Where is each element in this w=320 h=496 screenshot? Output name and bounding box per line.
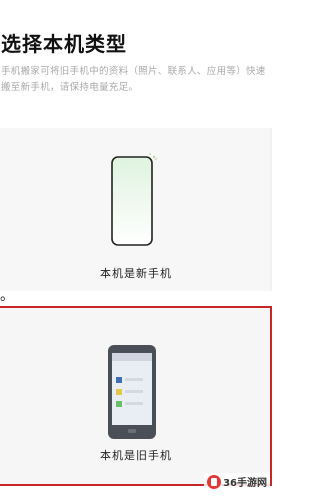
page-title: 选择本机类型 <box>1 32 127 56</box>
option-old-phone-label: 本机是旧手机 <box>100 449 172 462</box>
old-phone-dark-icon <box>108 345 156 439</box>
option-new-phone-label: 本机是新手机 <box>100 267 172 280</box>
watermark-text: 36手游网 <box>223 478 267 489</box>
new-phone-outline-icon <box>111 153 158 246</box>
edge-punctuation: 。 <box>0 288 14 304</box>
watermark-logo-icon <box>207 474 222 489</box>
page-description: 手机搬家可将旧手机中的资料（照片、联系人、应用等）快速搬至新手机，请保持电量充足… <box>1 66 266 93</box>
option-old-phone[interactable]: 本机是旧手机 <box>0 306 272 486</box>
site-watermark: 36手游网 <box>204 473 270 490</box>
option-new-phone[interactable]: 本机是新手机 <box>0 128 272 291</box>
